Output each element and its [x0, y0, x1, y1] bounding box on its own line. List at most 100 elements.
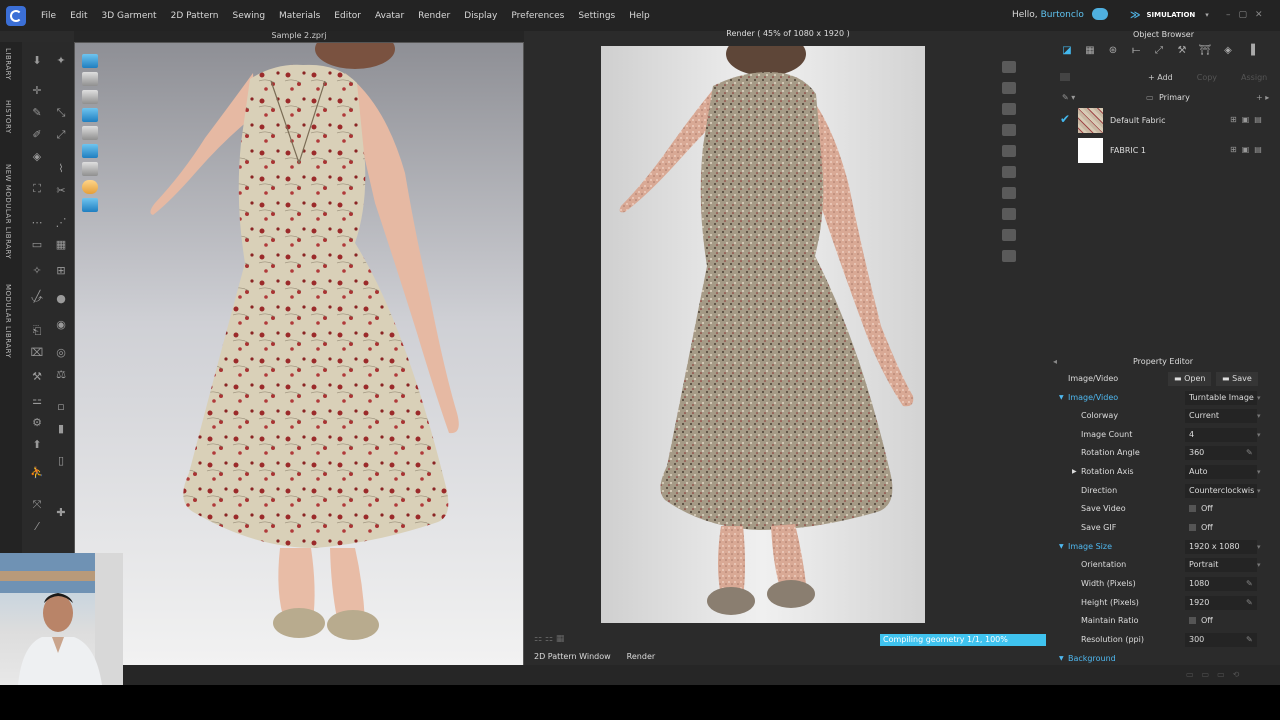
property-row[interactable]: Height (Pixels) 1920 ✎	[1050, 594, 1280, 612]
menu-preferences[interactable]: Preferences	[504, 11, 571, 21]
seam-icon[interactable]: ⛶	[30, 182, 44, 196]
collapse-icon[interactable]: ▶	[1072, 463, 1077, 481]
render-start-icon[interactable]	[1002, 61, 1016, 73]
arrow-up-icon[interactable]: ⬆	[30, 438, 44, 452]
edit-pen-icon[interactable]: ✎	[1246, 575, 1253, 593]
render-stop-icon[interactable]	[1002, 82, 1016, 94]
measure-icon[interactable]: ✧	[30, 264, 44, 278]
lock-icon[interactable]: ⌧	[30, 346, 44, 360]
shading-display-icon[interactable]	[82, 144, 98, 158]
tab-render[interactable]: Render	[619, 650, 663, 665]
mesh-display-icon[interactable]	[82, 90, 98, 104]
pin-display-icon[interactable]	[82, 162, 98, 176]
tab-modular-library[interactable]: MODULAR LIBRARY	[4, 284, 12, 358]
property-row[interactable]: Direction Counterclockwis ▾	[1050, 482, 1280, 500]
buttonhole-tab-icon[interactable]: ⊛	[1106, 45, 1120, 57]
menu-sewing[interactable]: Sewing	[226, 11, 273, 21]
fabric-tab-icon[interactable]: ◪	[1060, 45, 1074, 57]
zipper-tab-icon[interactable]: ⚒	[1175, 45, 1189, 57]
box-icon[interactable]: ▭	[30, 238, 44, 252]
trim-icon[interactable]: ⚖	[54, 368, 68, 382]
fabric-item[interactable]: FABRIC 1 ⊞▣▤	[1058, 138, 1270, 164]
username[interactable]: Burtonclo	[1041, 10, 1084, 20]
edit-pen-icon[interactable]: ✎	[1246, 444, 1253, 462]
save-image-icon[interactable]	[1002, 145, 1016, 157]
trim-tab-icon[interactable]: ⛩	[1198, 45, 1212, 57]
colorway-row[interactable]: ✎ ▾ ▭ Primary + ▸	[1060, 93, 1275, 107]
brush-icon[interactable]: ⌇	[54, 162, 68, 176]
more-tab-icon[interactable]: ▐	[1244, 45, 1258, 57]
avatar-skin-icon[interactable]	[82, 180, 98, 194]
grid-icon[interactable]: ⊞	[54, 264, 68, 278]
button-icon[interactable]: ◎	[54, 346, 68, 360]
save-button[interactable]: ▬ Save	[1216, 372, 1258, 386]
seam-tab-icon[interactable]: ⤢	[1152, 45, 1166, 57]
property-value[interactable]: 4	[1185, 428, 1257, 442]
settings-icon[interactable]	[1002, 250, 1016, 262]
select-move-icon[interactable]: ⬇	[30, 54, 44, 68]
minimize-icon[interactable]: –	[1226, 10, 1231, 20]
folder-icon[interactable]	[1060, 73, 1070, 81]
edit-pattern-icon[interactable]: ✎	[30, 106, 44, 120]
copy-button[interactable]: Copy	[1197, 73, 1217, 82]
zipper-icon[interactable]: ⚒	[30, 370, 44, 384]
tab-library[interactable]: LIBRARY	[4, 48, 12, 80]
puckering-icon[interactable]: ⚍	[30, 394, 44, 408]
environment-icon[interactable]	[1002, 208, 1016, 220]
menu-help[interactable]: Help	[622, 11, 657, 21]
assign-button[interactable]: Assign	[1241, 73, 1267, 82]
square-tool-icon[interactable]: ▯	[54, 454, 68, 468]
tape-icon[interactable]: ⤧	[30, 498, 44, 512]
property-value[interactable]: Current	[1185, 409, 1257, 423]
edit-pen-icon[interactable]: ✎	[1246, 594, 1253, 612]
pin-panel-icon[interactable]: ◂	[1053, 356, 1057, 368]
checkbox[interactable]: Off	[1189, 519, 1213, 537]
expand-icon[interactable]: ▼	[1059, 389, 1064, 407]
property-row[interactable]: ▼ Image/Video Turntable Image ▾	[1050, 389, 1280, 407]
render-refresh-icon[interactable]	[1002, 103, 1016, 115]
pattern-icon[interactable]: ▦	[54, 238, 68, 252]
light-icon[interactable]	[1002, 187, 1016, 199]
menu-settings[interactable]: Settings	[571, 11, 622, 21]
property-value[interactable]: Portrait	[1185, 558, 1257, 572]
open-button[interactable]: ▬ Open	[1168, 372, 1212, 386]
fold-icon[interactable]: ◈	[30, 150, 44, 164]
3d-viewport[interactable]	[74, 42, 524, 666]
transform-icon[interactable]: ✛	[30, 84, 44, 98]
sphere-icon[interactable]: ◉	[54, 318, 68, 332]
property-row[interactable]: Save Video Off	[1050, 500, 1280, 518]
texture-icon[interactable]: ⎗	[30, 324, 44, 338]
trace-icon[interactable]: ⤻	[30, 292, 44, 306]
property-row[interactable]: Colorway Current ▾	[1050, 407, 1280, 425]
menu-2d-pattern[interactable]: 2D Pattern	[164, 11, 226, 21]
environment-display-icon[interactable]	[82, 198, 98, 212]
graphic-icon[interactable]: ▫	[54, 400, 68, 414]
tab-new-modular-library[interactable]: NEW MODULAR LIBRARY	[4, 164, 12, 259]
maximize-icon[interactable]: ▢	[1239, 10, 1248, 20]
topstitch-tab-icon[interactable]: ⟝	[1129, 45, 1143, 57]
expand-icon[interactable]: ▼	[1059, 538, 1064, 556]
edit-point-icon[interactable]: ⤡	[54, 106, 68, 120]
tack-icon[interactable]: ✚	[54, 506, 68, 520]
property-row[interactable]: ▶ Rotation Axis Auto ▾	[1050, 463, 1280, 481]
point-icon[interactable]: ●	[54, 292, 68, 306]
close-icon[interactable]: ✕	[1255, 10, 1263, 20]
button-tab-icon[interactable]: ▦	[1083, 45, 1097, 57]
edit-icon[interactable]: ✎ ▾	[1062, 93, 1075, 102]
segment-icon[interactable]: ⋰	[54, 216, 68, 230]
property-row[interactable]: Width (Pixels) 1080 ✎	[1050, 575, 1280, 593]
property-row[interactable]: Image Count 4 ▾	[1050, 426, 1280, 444]
menu-file[interactable]: File	[34, 11, 63, 21]
pattern-display-icon[interactable]	[82, 108, 98, 122]
property-row[interactable]: Rotation Angle 360 ✎	[1050, 444, 1280, 462]
property-row[interactable]: Maintain Ratio Off	[1050, 612, 1280, 630]
select-mesh-icon[interactable]: ✦	[54, 54, 68, 68]
property-row[interactable]: Resolution (ppi) 300 ✎	[1050, 631, 1280, 649]
property-row[interactable]: Orientation Portrait ▾	[1050, 556, 1280, 574]
stitch-icon[interactable]: ✂	[54, 184, 68, 198]
property-value[interactable]: 1920 x 1080	[1185, 540, 1257, 554]
render-sync-icon[interactable]	[1002, 124, 1016, 136]
menu-editor[interactable]: Editor	[327, 11, 368, 21]
avatar-display-icon[interactable]	[82, 54, 98, 68]
pin-icon[interactable]: ⤢	[54, 128, 68, 142]
